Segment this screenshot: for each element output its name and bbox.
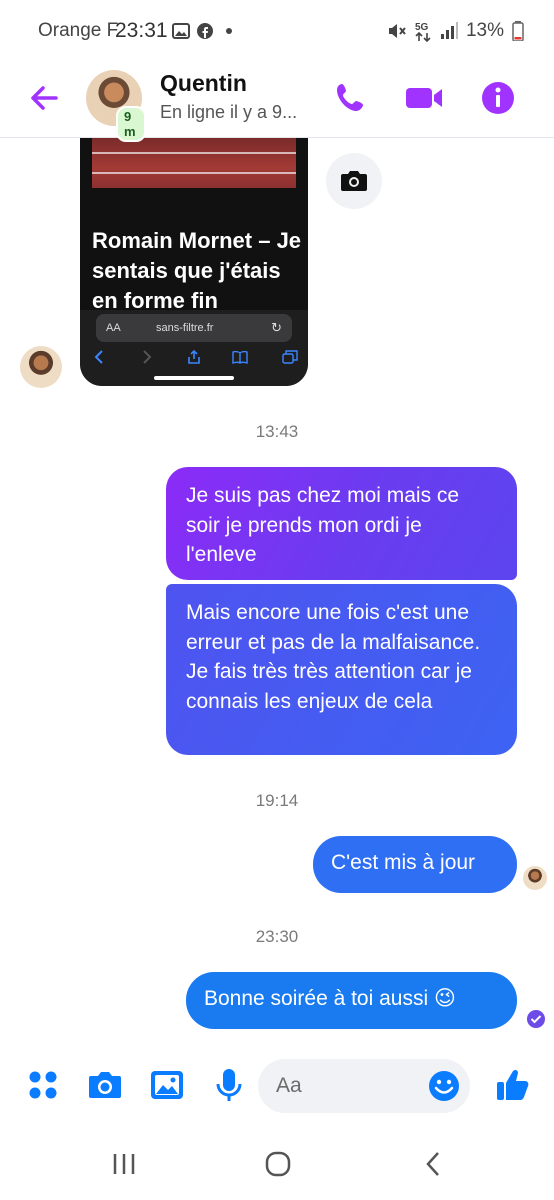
message-timestamp: 19:14 bbox=[255, 791, 299, 810]
browser-forward-icon bbox=[138, 350, 154, 364]
video-camera-icon bbox=[406, 88, 442, 108]
delivered-check-icon bbox=[526, 1009, 546, 1029]
clock: 23:31 bbox=[115, 19, 168, 42]
like-button[interactable] bbox=[494, 1066, 532, 1104]
contact-name[interactable]: Quentin bbox=[160, 70, 247, 97]
shared-image-message[interactable]: Romain Mornet – Je sentais que j'étais e… bbox=[80, 138, 308, 386]
reader-mode-label: AA bbox=[106, 322, 121, 334]
message-timestamp: 23:30 bbox=[255, 927, 299, 946]
camera-icon bbox=[89, 1072, 121, 1098]
track-lane-line bbox=[92, 172, 296, 174]
battery-icon bbox=[512, 21, 524, 41]
recent-apps-button[interactable] bbox=[108, 1148, 140, 1180]
sender-avatar[interactable] bbox=[20, 346, 62, 388]
thumbs-up-icon bbox=[497, 1069, 529, 1100]
system-navigation-bar bbox=[0, 1130, 554, 1200]
status-bar: Orange F 23:31 5G 13% bbox=[0, 0, 554, 64]
gallery-button[interactable] bbox=[148, 1066, 186, 1104]
gallery-notification-icon bbox=[172, 23, 190, 39]
system-indicators: 5G 13% bbox=[386, 20, 524, 42]
facebook-notification-icon bbox=[197, 23, 213, 39]
message-input[interactable] bbox=[276, 1069, 426, 1103]
home-circle-icon bbox=[265, 1151, 291, 1177]
browser-toolbar bbox=[80, 346, 308, 370]
microphone-icon bbox=[216, 1069, 242, 1101]
camera-button[interactable] bbox=[86, 1066, 124, 1104]
recents-icon bbox=[113, 1154, 135, 1174]
video-call-button[interactable] bbox=[404, 78, 444, 118]
network-5g-icon: 5G bbox=[415, 22, 431, 42]
image-icon bbox=[151, 1071, 183, 1099]
contact-status: En ligne il y a 9... bbox=[160, 102, 298, 122]
conversation-header: 9 m Quentin En ligne il y a 9... bbox=[0, 64, 554, 142]
voice-message-button[interactable] bbox=[210, 1066, 248, 1104]
read-receipt-avatar bbox=[523, 866, 547, 890]
chevron-left-icon bbox=[426, 1152, 439, 1176]
info-icon bbox=[482, 82, 514, 114]
camera-shortcut-button[interactable] bbox=[326, 153, 382, 209]
mute-icon bbox=[388, 24, 406, 38]
url-text: sans-filtre.fr bbox=[156, 322, 214, 334]
signal-icon bbox=[440, 22, 458, 39]
phone-icon bbox=[337, 84, 363, 111]
battery-level: 13% bbox=[465, 20, 504, 41]
bookmarks-icon bbox=[232, 350, 248, 364]
more-dot-icon bbox=[226, 28, 232, 34]
carrier-name: Orange F bbox=[38, 20, 119, 41]
outgoing-message-bubble[interactable]: Bonne soirée à toi aussi 😉 bbox=[186, 972, 517, 1029]
share-icon bbox=[186, 349, 202, 364]
home-button[interactable] bbox=[262, 1148, 294, 1180]
system-back-button[interactable] bbox=[418, 1148, 450, 1180]
message-input-container bbox=[258, 1059, 470, 1113]
four-dots-icon bbox=[29, 1071, 57, 1099]
home-indicator bbox=[154, 376, 234, 380]
outgoing-message-bubble[interactable]: Je suis pas chez moi mais ce soir je pre… bbox=[166, 467, 517, 580]
camera-icon bbox=[341, 171, 367, 191]
article-photo bbox=[92, 138, 296, 188]
svg-text:5G: 5G bbox=[415, 22, 429, 33]
outgoing-message-bubble[interactable]: C'est mis à jour bbox=[313, 836, 517, 893]
emoji-button[interactable] bbox=[428, 1070, 460, 1102]
reload-icon: ↻ bbox=[271, 320, 282, 335]
arrow-left-icon bbox=[31, 86, 58, 110]
notification-icons bbox=[172, 22, 234, 40]
smiley-icon bbox=[429, 1071, 459, 1101]
outgoing-message-bubble[interactable]: Mais encore une fois c'est une erreur et… bbox=[166, 584, 517, 755]
article-title: Romain Mornet – Je sentais que j'étais e… bbox=[92, 228, 302, 313]
contact-avatar[interactable]: 9 m bbox=[86, 70, 146, 142]
audio-call-button[interactable] bbox=[330, 78, 370, 118]
browser-back-icon bbox=[92, 350, 108, 364]
url-bar: AA sans-filtre.fr ↻ bbox=[96, 314, 292, 342]
track-lane-line bbox=[92, 152, 296, 154]
conversation-info-button[interactable] bbox=[478, 78, 518, 118]
message-composer bbox=[0, 1052, 554, 1122]
presence-badge: 9 m bbox=[116, 106, 146, 142]
browser-chrome: AA sans-filtre.fr ↻ bbox=[80, 310, 308, 386]
more-actions-button[interactable] bbox=[24, 1066, 62, 1104]
tabs-icon bbox=[282, 350, 298, 364]
message-timestamp: 13:43 bbox=[255, 422, 299, 441]
back-button[interactable] bbox=[26, 80, 62, 116]
